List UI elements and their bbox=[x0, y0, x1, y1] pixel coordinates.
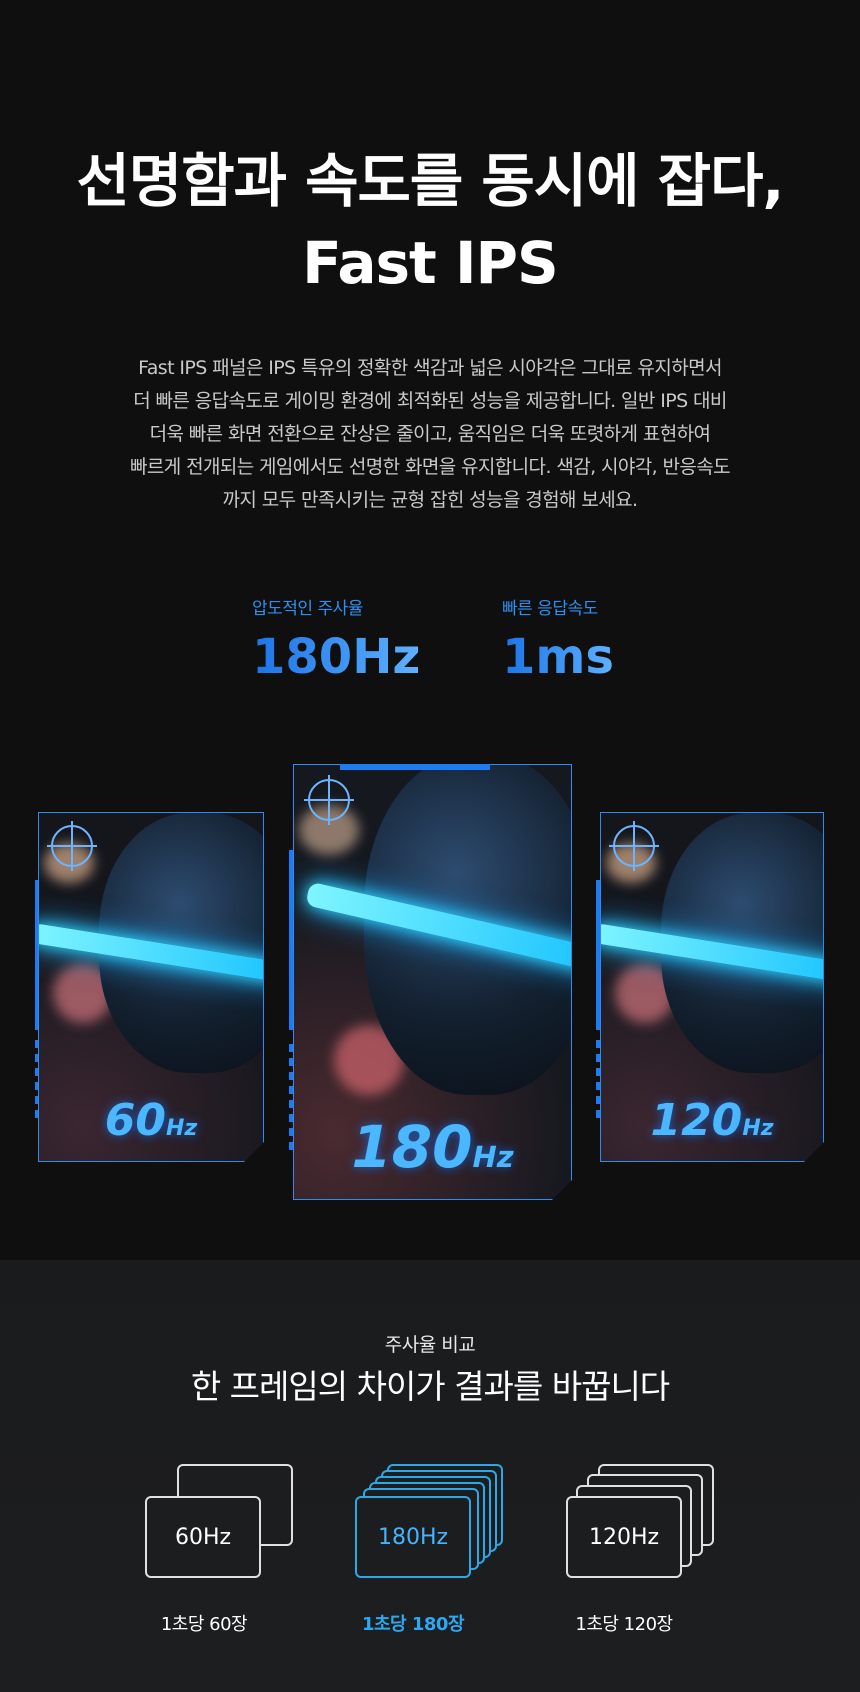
description-line-1: Fast IPS 패널은 IPS 특유의 정확한 색감과 넓은 시야각은 그대로… bbox=[138, 357, 722, 379]
frame-stack-60hz: 60Hz bbox=[145, 1464, 295, 1582]
frame-front: 60Hz bbox=[145, 1496, 261, 1578]
frame-label: 60Hz bbox=[174, 1524, 232, 1550]
description-line-4: 빠르게 전개되는 게임에서도 선명한 화면을 유지합니다. 색감, 시야각, 반… bbox=[130, 456, 731, 478]
hz-number: 60 bbox=[104, 1095, 166, 1146]
stat-value: 1ms bbox=[502, 629, 614, 685]
crosshair-icon bbox=[51, 825, 93, 867]
card-top-bar bbox=[340, 764, 490, 770]
description-line-2: 더 빠른 응답속도로 게이밍 환경에 최적화된 성능을 제공합니다. 일반 IP… bbox=[133, 390, 727, 412]
game-card-120hz: 120Hz bbox=[600, 812, 824, 1162]
card-hz-label: 60Hz bbox=[39, 1095, 263, 1146]
crosshair-icon bbox=[308, 779, 350, 821]
headline: 선명함과 속도를 동시에 잡다, Fast IPS bbox=[0, 140, 860, 304]
game-card-60hz: 60Hz bbox=[38, 812, 264, 1162]
frame-stack-120hz: 120Hz bbox=[566, 1464, 716, 1582]
frame-caption: 1초당 60장 bbox=[160, 1614, 248, 1635]
card-hz-label: 120Hz bbox=[601, 1095, 823, 1146]
crosshair-icon bbox=[613, 825, 655, 867]
stat-label: 압도적인 주사율 bbox=[252, 599, 363, 619]
headline-line-2: Fast IPS bbox=[302, 229, 559, 297]
comparison-title: 한 프레임의 차이가 결과를 바꿉니다 bbox=[190, 1367, 670, 1406]
frame-label: 180Hz bbox=[377, 1524, 449, 1550]
stat-value: 180Hz bbox=[252, 629, 421, 685]
game-card-180hz: 180Hz bbox=[293, 764, 572, 1200]
hz-number: 120 bbox=[650, 1095, 743, 1146]
frame-caption: 1초당 180장 bbox=[361, 1614, 465, 1635]
frame-caption: 1초당 120장 bbox=[575, 1614, 673, 1635]
stat-label: 빠른 응답속도 bbox=[502, 599, 598, 619]
hz-number: 180 bbox=[351, 1113, 473, 1181]
description-line-3: 더욱 빠른 화면 전환으로 잔상은 줄이고, 움직임은 더욱 또렷하게 표현하여 bbox=[149, 423, 711, 445]
hz-unit: Hz bbox=[742, 1116, 774, 1141]
hz-unit: Hz bbox=[472, 1140, 514, 1174]
description: Fast IPS 패널은 IPS 특유의 정확한 색감과 넓은 시야각은 그대로… bbox=[80, 352, 780, 517]
frame-label: 120Hz bbox=[588, 1524, 660, 1550]
description-line-5: 까지 모두 만족시키는 균형 잡힌 성능을 경험해 보세요. bbox=[222, 489, 638, 511]
frame-front: 120Hz bbox=[566, 1496, 682, 1578]
stat-response-time: 빠른 응답속도 1ms bbox=[502, 594, 614, 683]
hz-unit: Hz bbox=[166, 1116, 198, 1141]
frame-stack-180hz: 180Hz bbox=[355, 1464, 505, 1582]
stat-refresh-rate: 압도적인 주사율 180Hz bbox=[252, 594, 420, 683]
card-hz-label: 180Hz bbox=[294, 1113, 571, 1181]
comparison-tag: 주사율 비교 bbox=[384, 1334, 476, 1356]
frame-front: 180Hz bbox=[355, 1496, 471, 1578]
headline-line-1: 선명함과 속도를 동시에 잡다, bbox=[76, 147, 785, 215]
